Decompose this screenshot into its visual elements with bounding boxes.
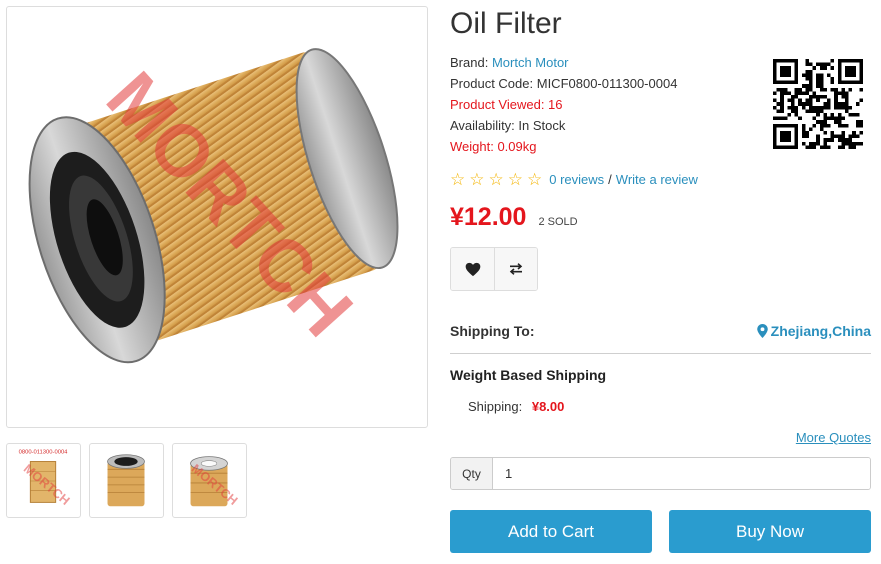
quantity-input[interactable] <box>493 458 870 489</box>
thumbnail-2[interactable] <box>89 443 164 518</box>
quantity-label: Qty <box>451 458 493 489</box>
more-quotes-link[interactable]: More Quotes <box>796 430 871 445</box>
brand-row: Brand: Mortch Motor <box>450 52 677 73</box>
buy-now-button[interactable]: Buy Now <box>669 510 871 553</box>
star-outline-icon: ☆ <box>507 170 523 189</box>
thumbnail-1[interactable]: 0800-011300-0004 MORTCH <box>6 443 81 518</box>
brand-link[interactable]: Mortch Motor <box>492 55 569 70</box>
wishlist-button[interactable] <box>451 248 494 290</box>
rating-separator: / <box>608 172 612 187</box>
product-title: Oil Filter <box>450 7 562 40</box>
heart-icon <box>465 262 480 276</box>
shipping-cost-value: ¥8.00 <box>531 399 565 414</box>
purchase-actions: Add to Cart Buy Now <box>450 510 871 553</box>
availability-row: Availability: In Stock <box>450 115 677 136</box>
thumbnail-strip: 0800-011300-0004 MORTCH MORTCH <box>6 443 247 518</box>
shipping-location-text: Zhejiang,China <box>770 323 871 339</box>
star-outline-icon: ☆ <box>450 170 466 189</box>
shipping-to-label: Shipping To: <box>450 323 535 339</box>
price-row: ¥12.00 2 SOLD <box>450 203 578 232</box>
product-weight: Weight: 0.09kg <box>450 139 537 154</box>
sold-count: 2 SOLD <box>538 216 578 228</box>
quantity-group: Qty <box>450 457 871 490</box>
availability-label: Availability: <box>450 118 515 133</box>
shipping-method: Weight Based Shipping <box>450 367 607 383</box>
product-price: ¥12.00 <box>450 203 527 231</box>
availability-value: In Stock <box>518 118 566 133</box>
product-code-label: Product Code: <box>450 76 534 91</box>
star-outline-icon: ☆ <box>527 170 543 189</box>
shipping-location[interactable]: Zhejiang,China <box>756 323 871 339</box>
main-product-image[interactable]: MORTCH <box>6 6 428 428</box>
shipping-cost-row: Shipping: ¥8.00 <box>468 399 564 414</box>
qr-code-icon <box>773 59 863 149</box>
brand-label: Brand: <box>450 55 489 70</box>
map-pin-icon <box>756 324 768 338</box>
product-viewed: Product Viewed: 16 <box>450 97 563 112</box>
rating-row: ☆ ☆ ☆ ☆ ☆ 0 reviews / Write a review <box>450 171 698 188</box>
thumbnail-label: 0800-011300-0004 <box>19 450 69 456</box>
product-action-buttons <box>450 247 538 291</box>
star-outline-icon: ☆ <box>469 170 485 189</box>
product-code-row: Product Code: MICF0800-011300-0004 <box>450 73 677 94</box>
compare-button[interactable] <box>494 248 537 290</box>
product-code-value: MICF0800-011300-0004 <box>536 76 678 91</box>
shipping-cost-label: Shipping: <box>468 399 523 414</box>
star-rating: ☆ ☆ ☆ ☆ ☆ <box>450 171 542 188</box>
exchange-arrows-icon <box>509 263 523 275</box>
star-outline-icon: ☆ <box>488 170 504 189</box>
product-meta: Brand: Mortch Motor Product Code: MICF08… <box>450 52 677 157</box>
shipping-divider <box>450 353 871 354</box>
add-to-cart-button[interactable]: Add to Cart <box>450 510 652 553</box>
reviews-link[interactable]: 0 reviews <box>549 172 604 187</box>
shipping-to-row: Shipping To: Zhejiang,China <box>450 323 871 339</box>
write-review-link[interactable]: Write a review <box>616 172 698 187</box>
thumbnail-3[interactable]: MORTCH <box>172 443 247 518</box>
